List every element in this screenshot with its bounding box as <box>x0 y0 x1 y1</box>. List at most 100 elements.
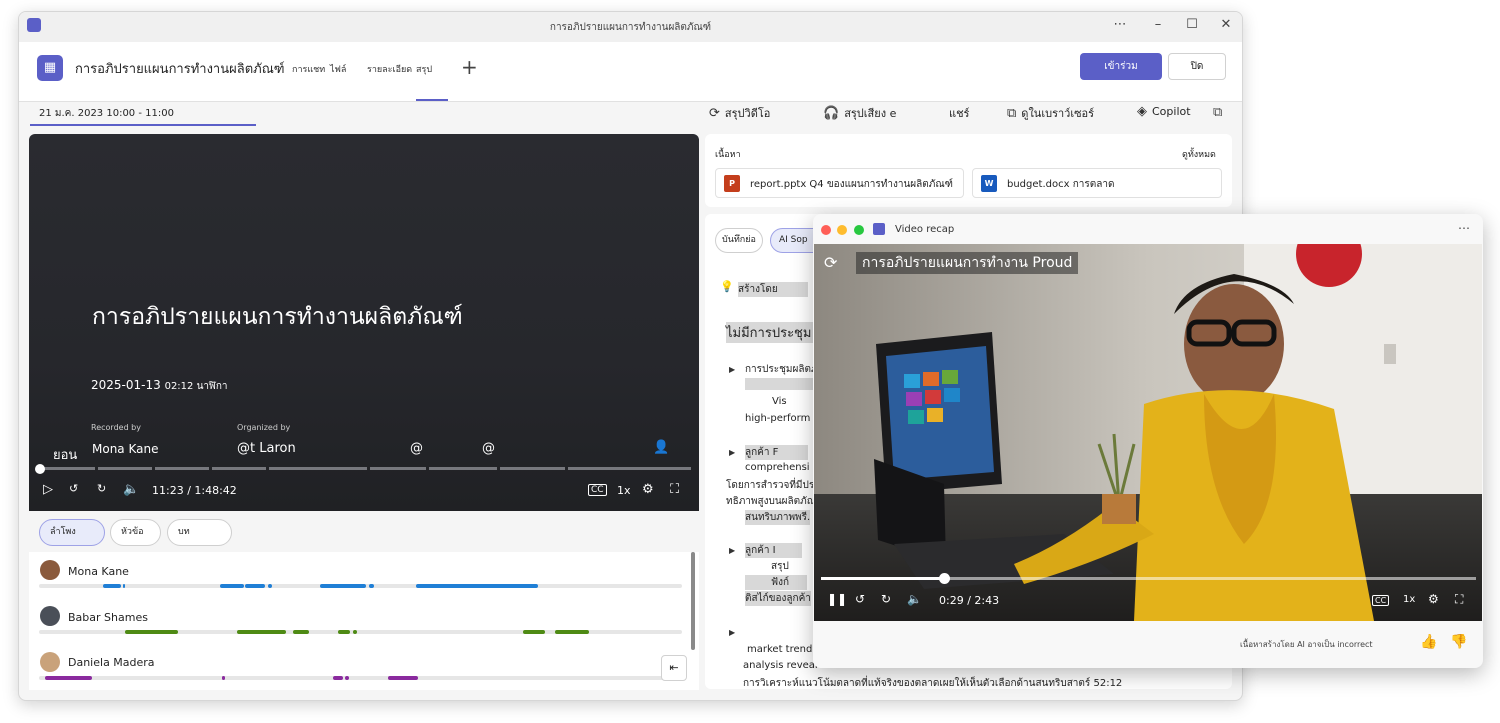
file-name: report.pptx Q4 ของแผนการทำงานผลิตภัณฑ์ <box>750 179 953 190</box>
minimize-icon[interactable]: – <box>1147 17 1169 32</box>
add-person-icon[interactable]: 👤 <box>653 440 669 455</box>
speech-segment <box>293 630 309 634</box>
file-chip-docx[interactable]: W budget.docx การตลาด <box>972 168 1222 198</box>
seek-bar[interactable] <box>39 467 691 470</box>
tab-files[interactable]: ไฟล์ <box>330 62 346 76</box>
file-chip-pptx[interactable]: P report.pptx Q4 ของแผนการทำงานผลิตภัณฑ์ <box>715 168 964 198</box>
note-item: ลูกค้า I <box>745 543 802 558</box>
video-recap-button[interactable]: ⟳ สรุปวิดีโอ <box>709 104 770 122</box>
title-bar: การอภิปรายแผนการทำงานผลิตภัณฑ์ ⋯ – ☐ ✕ <box>19 12 1242 42</box>
tab-topics[interactable]: หัวข้อ <box>110 519 161 546</box>
calendar-icon: ▦ <box>37 55 63 81</box>
open-in-browser-button[interactable]: ⧉ ดูในเบราว์เซอร์ <box>1007 104 1094 122</box>
scrollbar[interactable] <box>691 552 695 650</box>
chapter-segment <box>39 467 95 470</box>
forward-10-icon[interactable]: ↻ <box>881 592 891 606</box>
maximize-icon[interactable] <box>854 225 864 235</box>
expand-caret-icon[interactable]: ▶ <box>729 546 735 555</box>
settings-gear-icon[interactable]: ⚙ <box>1428 592 1439 606</box>
note-item: ลูกค้า F <box>745 445 809 460</box>
volume-icon[interactable]: 🔈 <box>123 482 139 497</box>
note-placeholder <box>745 378 815 390</box>
close-window-icon[interactable]: ✕ <box>1215 17 1237 32</box>
note-item: ทธิภาพสูงบนผลิตภัณฑ์ <box>726 496 825 507</box>
teams-logo-icon <box>873 223 885 235</box>
audio-recap-button[interactable]: 🎧 สรุปเสียง e <box>823 104 896 122</box>
tab-speakers[interactable]: ลำโพง <box>39 519 105 546</box>
mention-1: @ <box>410 441 423 456</box>
copilot-label: Copilot <box>1152 105 1191 118</box>
organizer-name: @t Laron <box>237 441 296 456</box>
more-options-icon[interactable]: ⋯ <box>1109 17 1131 32</box>
recording-date-value: 2025-01-13 <box>91 378 161 392</box>
speech-segment <box>523 630 545 634</box>
speaker-name: Daniela Madera <box>68 656 155 669</box>
tab-chat[interactable]: การแชท <box>292 62 325 76</box>
playhead[interactable] <box>35 464 45 474</box>
captions-icon[interactable]: CC <box>588 484 607 496</box>
speech-segment <box>45 676 92 680</box>
open-browser-label: ดูในเบราว์เซอร์ <box>1021 107 1095 120</box>
audio-recap-label: สรุปเสียง e <box>844 107 897 120</box>
speaker-track[interactable] <box>39 630 682 634</box>
speech-segment <box>320 584 366 588</box>
chapter-segment <box>370 467 426 470</box>
share-label: แชร์ <box>949 107 970 120</box>
share-button[interactable]: แชร์ <box>949 104 969 122</box>
add-tab-icon[interactable]: + <box>461 55 478 79</box>
playback-speed[interactable]: 1x <box>617 484 631 497</box>
video-recap-window: Video recap ⋯ ⟳ การอภิปรายแผนการทำงาน Pr… <box>813 214 1483 668</box>
volume-icon[interactable]: 🔈 <box>907 592 922 606</box>
avatar <box>40 606 60 626</box>
popout-icon[interactable]: ⧉ <box>1213 105 1222 120</box>
meeting-title: การอภิปรายแผนการทำงานผลิตภัณฑ์ <box>75 62 285 77</box>
minimize-icon[interactable] <box>837 225 847 235</box>
close-window-icon[interactable] <box>821 225 831 235</box>
recap-playhead[interactable] <box>939 573 950 584</box>
recap-video-player[interactable]: ⟳ การอภิปรายแผนการทำงาน Proud ❚❚ ↺ ↻ 🔈 0… <box>814 244 1482 621</box>
avatar <box>40 652 60 672</box>
speech-segment <box>353 630 357 634</box>
chapter-segment <box>212 467 266 470</box>
expand-caret-icon[interactable]: ▶ <box>729 628 735 637</box>
collapse-panel-icon[interactable]: ⇤ <box>661 655 687 681</box>
captions-icon[interactable]: CC <box>1372 595 1390 606</box>
recording-player[interactable]: การอภิปรายแผนการทำงานผลิตภัณฑ์ 2025-01-1… <box>29 134 699 511</box>
join-button[interactable]: เข้าร่วม <box>1080 53 1162 80</box>
rewind-10-icon[interactable]: ↺ <box>69 482 78 495</box>
date-range[interactable]: 21 ม.ค. 2023 10:00 - 11:00 <box>30 104 256 126</box>
maximize-icon[interactable]: ☐ <box>1181 17 1203 32</box>
fullscreen-icon[interactable]: ⛶ <box>670 482 679 497</box>
copilot-button[interactable]: ◈ Copilot <box>1137 104 1191 119</box>
play-icon[interactable]: ▷ <box>43 482 53 497</box>
recording-duration: 02:12 นาฬิกา <box>164 381 228 392</box>
recording-title: การอภิปรายแผนการทำงานผลิตภัณฑ์ <box>92 304 463 330</box>
speech-segment <box>125 630 178 634</box>
recap-seek-bar[interactable] <box>821 577 1476 580</box>
note-item: Vis <box>772 396 787 407</box>
copilot-icon: ◈ <box>1137 104 1147 119</box>
speaker-track[interactable] <box>39 584 682 588</box>
fullscreen-icon[interactable]: ⛶ <box>1455 592 1463 607</box>
close-button[interactable]: ปิด <box>1168 53 1226 80</box>
thumbs-down-icon[interactable]: 👎 <box>1450 634 1467 650</box>
recorder-name: Mona Kane <box>92 442 159 456</box>
recap-playback-speed[interactable]: 1x <box>1403 594 1415 605</box>
pause-icon[interactable]: ❚❚ <box>827 592 847 606</box>
content-label: เนื้อหา <box>715 150 741 160</box>
tab-recap[interactable]: สรุป <box>416 62 432 76</box>
expand-caret-icon[interactable]: ▶ <box>729 365 735 374</box>
rewind-10-icon[interactable]: ↺ <box>855 592 865 606</box>
expand-caret-icon[interactable]: ▶ <box>729 448 735 457</box>
tab-chapters[interactable]: บท <box>167 519 232 546</box>
sparkle-play-icon: ⟳ <box>709 105 720 121</box>
tab-details[interactable]: รายละเอียด <box>367 62 412 76</box>
tab-notes[interactable]: บันทึกย่อ <box>715 228 763 253</box>
settings-gear-icon[interactable]: ⚙ <box>642 482 654 497</box>
thumbs-up-icon[interactable]: 👍 <box>1420 634 1437 650</box>
forward-10-icon[interactable]: ↻ <box>97 482 106 495</box>
more-options-icon[interactable]: ⋯ <box>1458 221 1470 235</box>
chapter-segment <box>155 467 209 470</box>
see-all-link[interactable]: ดูทั้งหมด <box>1182 147 1216 161</box>
speaker-track[interactable] <box>39 676 682 680</box>
